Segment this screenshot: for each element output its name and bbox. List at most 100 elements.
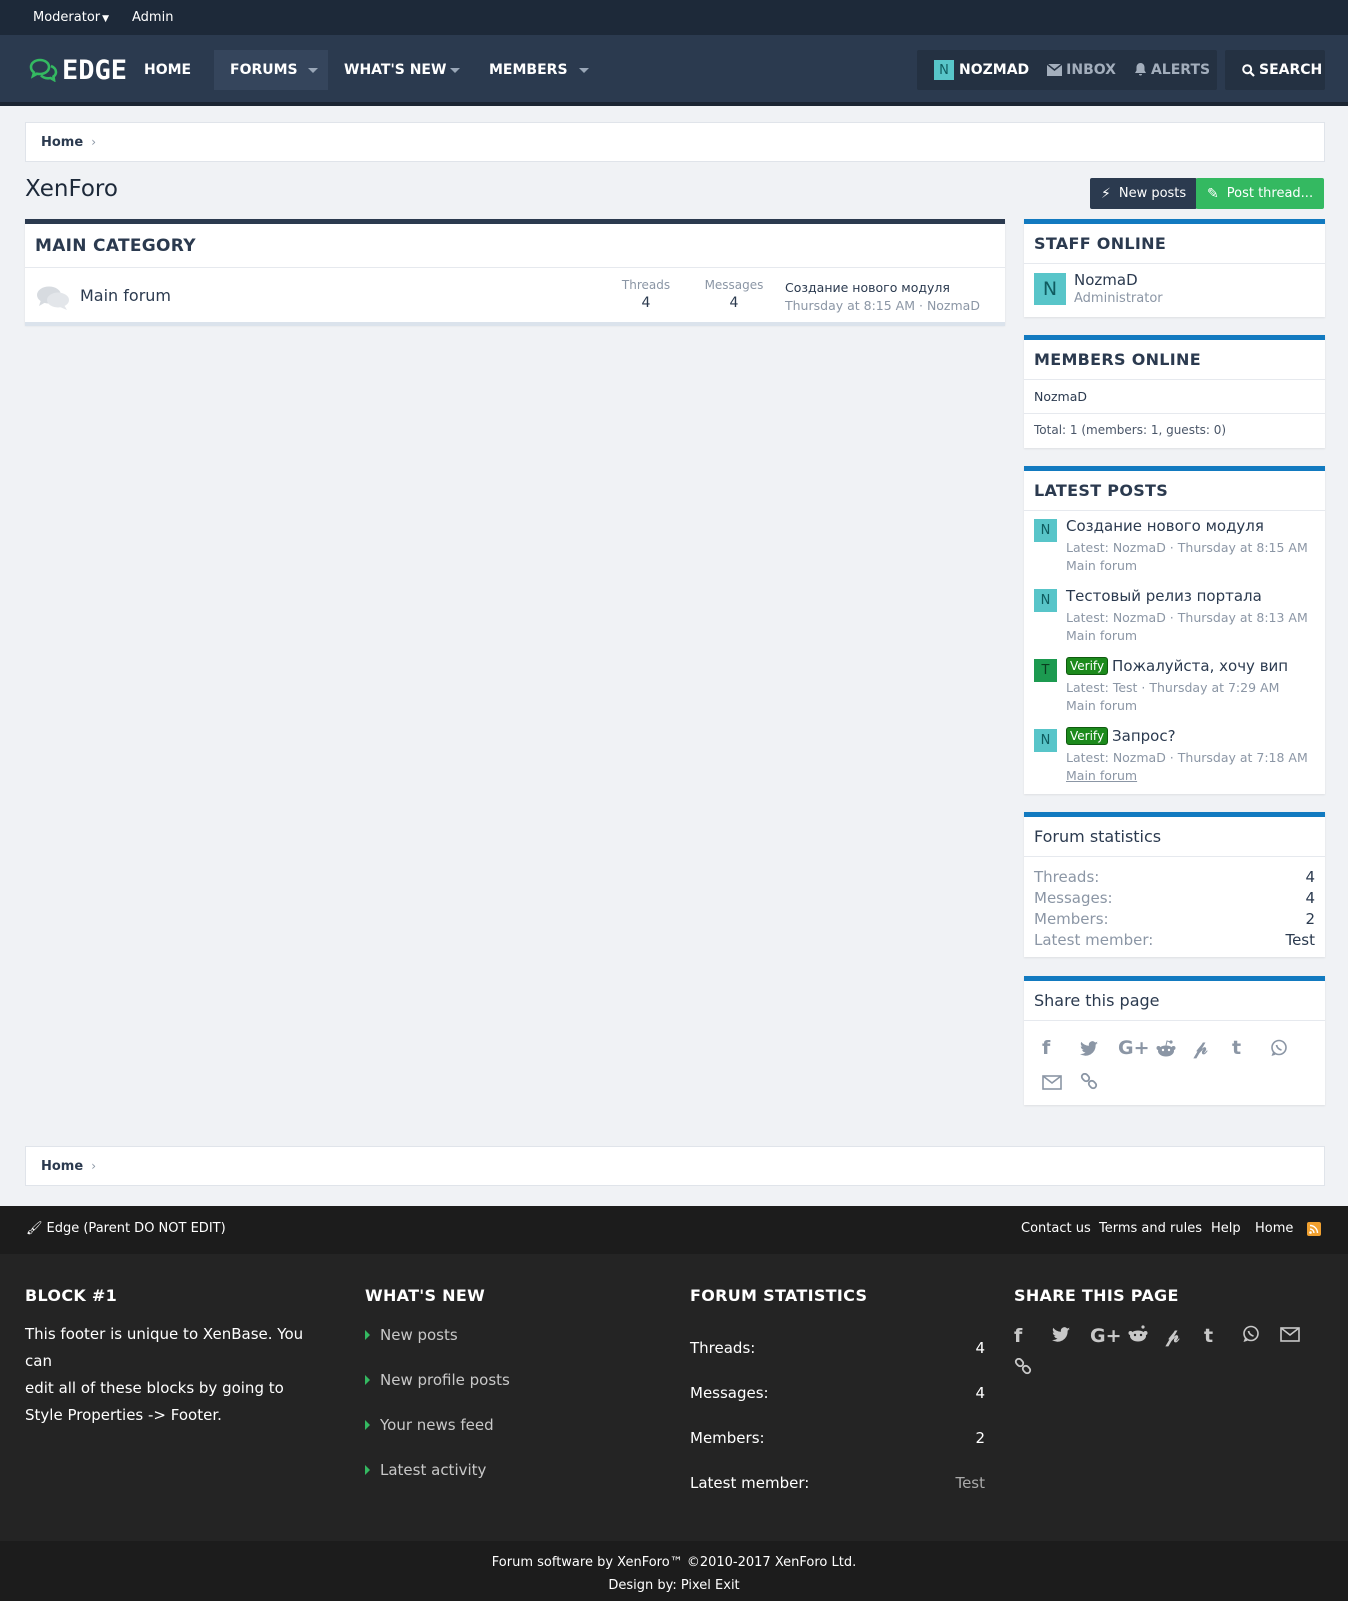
email-icon[interactable] (1280, 1325, 1318, 1358)
account-name: NOZMAD (959, 62, 1030, 78)
footer-block-title: WHAT'S NEW (365, 1286, 486, 1305)
last-post-title[interactable]: Создание нового модуля (785, 280, 950, 295)
moderator-menu[interactable]: Moderator ▼ (33, 10, 109, 25)
online-member[interactable]: NozmaD (1034, 389, 1087, 404)
latest-post-meta: Latest: NozmaD · Thursday at 8:15 AM (1066, 540, 1308, 555)
footer-link[interactable]: New posts (365, 1312, 645, 1357)
copyright-link[interactable]: Forum software by XenForo™ ©2010-2017 Xe… (492, 1555, 856, 1570)
category-title[interactable]: MAIN CATEGORY (25, 224, 1005, 268)
link-icon[interactable] (1014, 1357, 1052, 1391)
staff-member-name[interactable]: NozmaD (1074, 271, 1138, 289)
reddit-icon[interactable] (1156, 1031, 1194, 1065)
post-thread-button[interactable]: ✎ Post thread... (1196, 178, 1325, 209)
tumblr-icon[interactable]: t (1204, 1325, 1242, 1358)
latest-post-item: N Verify Запрос? Latest: NozmaD · Thursda… (1024, 721, 1325, 791)
latest-post-title[interactable]: Создание нового модуля (1066, 517, 1264, 535)
logo-text: EDGE (62, 54, 128, 86)
search-nav: SEARCH (1225, 50, 1325, 90)
email-icon[interactable] (1042, 1065, 1080, 1099)
nav-tab-members[interactable]: MEMBERS (473, 50, 599, 90)
latest-post-title[interactable]: Запрос? (1112, 727, 1176, 745)
avatar[interactable]: N (1034, 589, 1057, 612)
whatsapp-icon[interactable] (1270, 1031, 1308, 1065)
avatar[interactable]: N (1034, 729, 1057, 752)
latest-post-title[interactable]: Тестовый релиз портала (1066, 587, 1262, 605)
new-posts-label: New posts (1118, 186, 1187, 201)
verify-badge: Verify (1066, 657, 1109, 675)
stat-value: 4 (1305, 889, 1315, 907)
breadcrumb-home[interactable]: Home (41, 135, 83, 150)
latest-member-link[interactable]: Test (1285, 930, 1315, 951)
design-credit-link[interactable]: Design by: Pixel Exit (608, 1578, 739, 1593)
nav-tab-home[interactable]: HOME (128, 50, 207, 90)
footer-link[interactable]: Your news feed (365, 1402, 645, 1447)
search-icon (1242, 63, 1255, 77)
tumblr-icon[interactable]: t (1232, 1031, 1270, 1065)
latest-post-forum[interactable]: Main forum (1066, 628, 1137, 643)
stat-label: Threads: (690, 1338, 756, 1357)
footer-link[interactable]: Latest activity (365, 1447, 645, 1492)
rss-icon[interactable] (1307, 1222, 1321, 1236)
new-posts-button[interactable]: ⚡ New posts (1090, 178, 1198, 209)
last-post-time[interactable]: Thursday at 8:15 AM (785, 298, 915, 313)
site-logo[interactable]: EDGE (28, 53, 127, 87)
alerts-label: ALERTS (1150, 62, 1211, 78)
contact-link[interactable]: Contact us (1021, 1221, 1091, 1236)
google-plus-icon[interactable]: G+ (1090, 1325, 1128, 1358)
google-plus-icon[interactable]: G+ (1118, 1031, 1156, 1065)
latest-post-forum[interactable]: Main forum (1066, 698, 1137, 713)
admin-link[interactable]: Admin (132, 10, 173, 25)
dropdown-arrow-icon[interactable] (450, 68, 460, 73)
forum-name[interactable]: Main forum (80, 286, 171, 305)
forum-bubbles-icon (37, 286, 69, 310)
dropdown-arrow-icon[interactable] (579, 68, 589, 73)
threads-stat: Threads 4 (606, 278, 686, 311)
avatar[interactable]: N (1034, 273, 1066, 305)
style-chooser[interactable]: 🖌 Edge (Parent DO NOT EDIT) (26, 1221, 226, 1236)
whatsapp-icon[interactable] (1242, 1325, 1280, 1358)
alerts-link[interactable]: ALERTS (1125, 62, 1219, 78)
dropdown-arrow-icon[interactable] (308, 68, 318, 73)
caret-right-icon (365, 1329, 370, 1340)
stat-label: Latest member: (1034, 931, 1154, 949)
forum-statistics-title: Forum statistics (1024, 817, 1325, 857)
latest-post-title[interactable]: Пожалуйста, хочу вип (1112, 657, 1288, 675)
avatar[interactable]: T (1034, 659, 1057, 682)
twitter-icon[interactable] (1080, 1031, 1118, 1065)
stat-row: Threads: 4 (1024, 867, 1325, 888)
inbox-label: INBOX (1066, 62, 1116, 78)
avatar[interactable]: N (1034, 519, 1057, 542)
twitter-icon[interactable] (1052, 1325, 1090, 1358)
footer-block-title: BLOCK #1 (25, 1286, 118, 1305)
account-link[interactable]: N NOZMAD (925, 60, 1038, 80)
share-title: Share this page (1024, 981, 1325, 1021)
home-link[interactable]: Home (1255, 1221, 1293, 1236)
inbox-link[interactable]: INBOX (1038, 62, 1125, 78)
facebook-icon[interactable]: f (1042, 1031, 1080, 1065)
nav-tab-forums[interactable]: FORUMS (214, 50, 328, 90)
pinterest-icon[interactable]: 𝓅 (1194, 1031, 1232, 1065)
footer-whats-new: WHAT'S NEW New posts New profile posts Y… (365, 1286, 645, 1492)
latest-post-item: N Тестовый релиз портала Latest: NozmaD … (1024, 581, 1325, 651)
bolt-icon: ⚡ (1101, 185, 1111, 202)
reddit-icon[interactable] (1128, 1325, 1166, 1358)
nav-tab-whats-new-label: WHAT'S NEW (344, 62, 447, 78)
last-post: Создание нового модуля Thursday at 8:15 … (785, 280, 980, 313)
latest-post-forum[interactable]: Main forum (1066, 558, 1137, 573)
search-button[interactable]: SEARCH (1233, 62, 1331, 78)
latest-member-link[interactable]: Test (955, 1474, 985, 1492)
members-online-title: MEMBERS ONLINE (1024, 340, 1325, 380)
pinterest-icon[interactable]: 𝓅 (1166, 1325, 1204, 1358)
page-title: XenForo (25, 176, 118, 202)
link-icon[interactable] (1080, 1065, 1118, 1099)
latest-post-forum[interactable]: Main forum (1066, 768, 1137, 783)
breadcrumb-home[interactable]: Home (41, 1159, 83, 1174)
forum-row: Main forum Threads 4 Messages 4 Создание н… (25, 268, 1005, 326)
nav-tab-whats-new[interactable]: WHAT'S NEW (328, 50, 470, 90)
help-link[interactable]: Help (1211, 1221, 1241, 1236)
stat-row: Latest member: Test (1024, 930, 1325, 951)
footer-link[interactable]: New profile posts (365, 1357, 645, 1402)
last-post-user[interactable]: NozmaD (927, 298, 980, 313)
terms-link[interactable]: Terms and rules (1099, 1221, 1202, 1236)
facebook-icon[interactable]: f (1014, 1325, 1052, 1358)
